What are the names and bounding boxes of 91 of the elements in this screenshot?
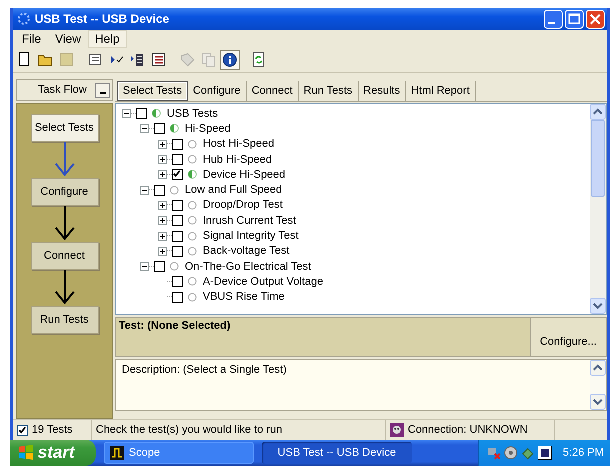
expand-toggle-icon[interactable] — [158, 170, 167, 180]
network-error-icon[interactable] — [487, 446, 502, 460]
refresh-document-icon — [251, 52, 267, 68]
waveform-icon — [110, 446, 124, 460]
scroll-down-icon[interactable] — [590, 394, 606, 410]
arrow-list-icon — [130, 52, 146, 68]
info-icon — [222, 52, 238, 68]
tree-item[interactable]: On-The-Go Electrical Test — [185, 260, 312, 273]
description-text: Description: (Select a Single Test) — [121, 363, 288, 378]
checkbox[interactable] — [172, 230, 183, 242]
scroll-up-icon[interactable] — [590, 104, 606, 120]
clock: 5:26 PM — [563, 447, 604, 459]
checkbox[interactable] — [172, 138, 183, 150]
down-arrow-icon — [52, 270, 76, 306]
expand-toggle-icon[interactable] — [158, 155, 167, 164]
test-count: 19 Tests — [32, 424, 73, 436]
tab[interactable]: Results — [358, 81, 406, 101]
tree-item[interactable]: A-Device Output Voltage — [203, 276, 324, 288]
tree-item[interactable]: Low and Full Speed — [185, 184, 282, 196]
tab[interactable]: Select Tests — [117, 81, 188, 101]
checkbox[interactable] — [172, 215, 183, 226]
tree-item[interactable]: VBUS Rise Time — [203, 291, 285, 304]
collapse-toggle-icon[interactable] — [140, 262, 149, 272]
tree-item[interactable]: Hi-Speed — [185, 122, 231, 135]
connection-status: Connection: UNKNOWN — [408, 424, 528, 436]
start-button[interactable]: start — [10, 440, 96, 466]
tab[interactable]: Configure — [188, 81, 247, 101]
task-flow-step-button[interactable]: Select Tests — [30, 114, 98, 142]
tree-item[interactable]: Inrush Current Test — [203, 214, 296, 227]
checkbox[interactable] — [172, 292, 183, 303]
down-arrow-icon — [52, 142, 76, 178]
checkbox[interactable] — [154, 123, 165, 134]
list-icon — [151, 52, 167, 68]
expand-toggle-icon[interactable] — [158, 232, 167, 241]
app-icon — [17, 12, 31, 26]
connection-status-icon — [390, 423, 404, 437]
tree-item[interactable]: USB Tests — [167, 108, 218, 120]
scroll-up-icon[interactable] — [590, 360, 606, 376]
expand-toggle-icon[interactable] — [158, 216, 167, 226]
maximize-icon[interactable] — [565, 10, 584, 28]
scroll-down-icon[interactable] — [590, 298, 606, 314]
tree-item[interactable]: Back-voltage Test — [203, 245, 290, 258]
toolbar-button[interactable] — [220, 50, 240, 70]
taskbar-item[interactable]: USB Test -- USB Device — [262, 442, 412, 464]
checkbox[interactable] — [172, 276, 183, 288]
checkbox[interactable] — [172, 169, 183, 180]
close-icon[interactable] — [586, 10, 605, 28]
menu-item[interactable]: File — [15, 30, 48, 48]
save-icon — [59, 52, 75, 68]
tab[interactable]: Run Tests — [298, 81, 359, 101]
minimize-icon[interactable] — [544, 10, 563, 28]
tray-app-icon[interactable] — [538, 446, 552, 460]
checkbox[interactable] — [172, 154, 183, 166]
tree-item[interactable]: Signal Integrity Test — [203, 230, 299, 242]
collapse-toggle-icon[interactable] — [122, 109, 131, 118]
properties-icon — [88, 52, 104, 68]
task-flow-step-button[interactable]: Configure — [30, 178, 98, 206]
menu-item[interactable]: View — [48, 30, 88, 48]
checkbox[interactable] — [154, 261, 165, 272]
checkbox[interactable] — [172, 200, 183, 211]
tab[interactable]: Html Report — [406, 81, 476, 101]
windows-flag-icon — [18, 445, 34, 461]
status-message: Check the test(s) you would like to run — [96, 424, 282, 436]
menu-item[interactable]: Help — [88, 30, 127, 48]
expand-toggle-icon[interactable] — [158, 200, 167, 210]
checkbox[interactable] — [172, 246, 183, 257]
task-flow-step-button[interactable]: Run Tests — [30, 306, 98, 334]
test-label: Test: (None Selected) — [118, 319, 232, 334]
expand-toggle-icon[interactable] — [158, 246, 167, 256]
configure-button[interactable]: Configure... — [530, 318, 606, 356]
expand-toggle-icon[interactable] — [158, 140, 167, 149]
tree-item[interactable]: Droop/Drop Test — [203, 199, 283, 212]
taskbar-item[interactable]: Scope — [104, 442, 254, 464]
tree-item[interactable]: Device Hi-Speed — [203, 168, 286, 181]
collapse-toggle-icon[interactable] — [140, 124, 149, 134]
window-title: USB Test -- USB Device — [35, 12, 170, 26]
tab[interactable]: Connect — [246, 81, 299, 101]
scroll-thumb[interactable] — [591, 120, 605, 197]
collapse-toggle-icon[interactable] — [140, 186, 149, 195]
tree-item[interactable]: Hub Hi-Speed — [203, 154, 272, 166]
copy-icon — [201, 52, 217, 68]
task-flow-step-button[interactable]: Connect — [30, 242, 98, 270]
disc-icon[interactable] — [504, 446, 518, 460]
checkbox[interactable] — [136, 108, 147, 120]
checkbox[interactable] — [154, 184, 165, 196]
tree-item[interactable]: Host Hi-Speed — [203, 138, 275, 150]
minimize-pane-button[interactable] — [95, 82, 110, 98]
tag-icon — [180, 52, 196, 68]
checkbox[interactable] — [17, 424, 28, 436]
task-flow-title: Task Flow — [38, 84, 87, 96]
down-arrow-icon — [52, 206, 76, 242]
